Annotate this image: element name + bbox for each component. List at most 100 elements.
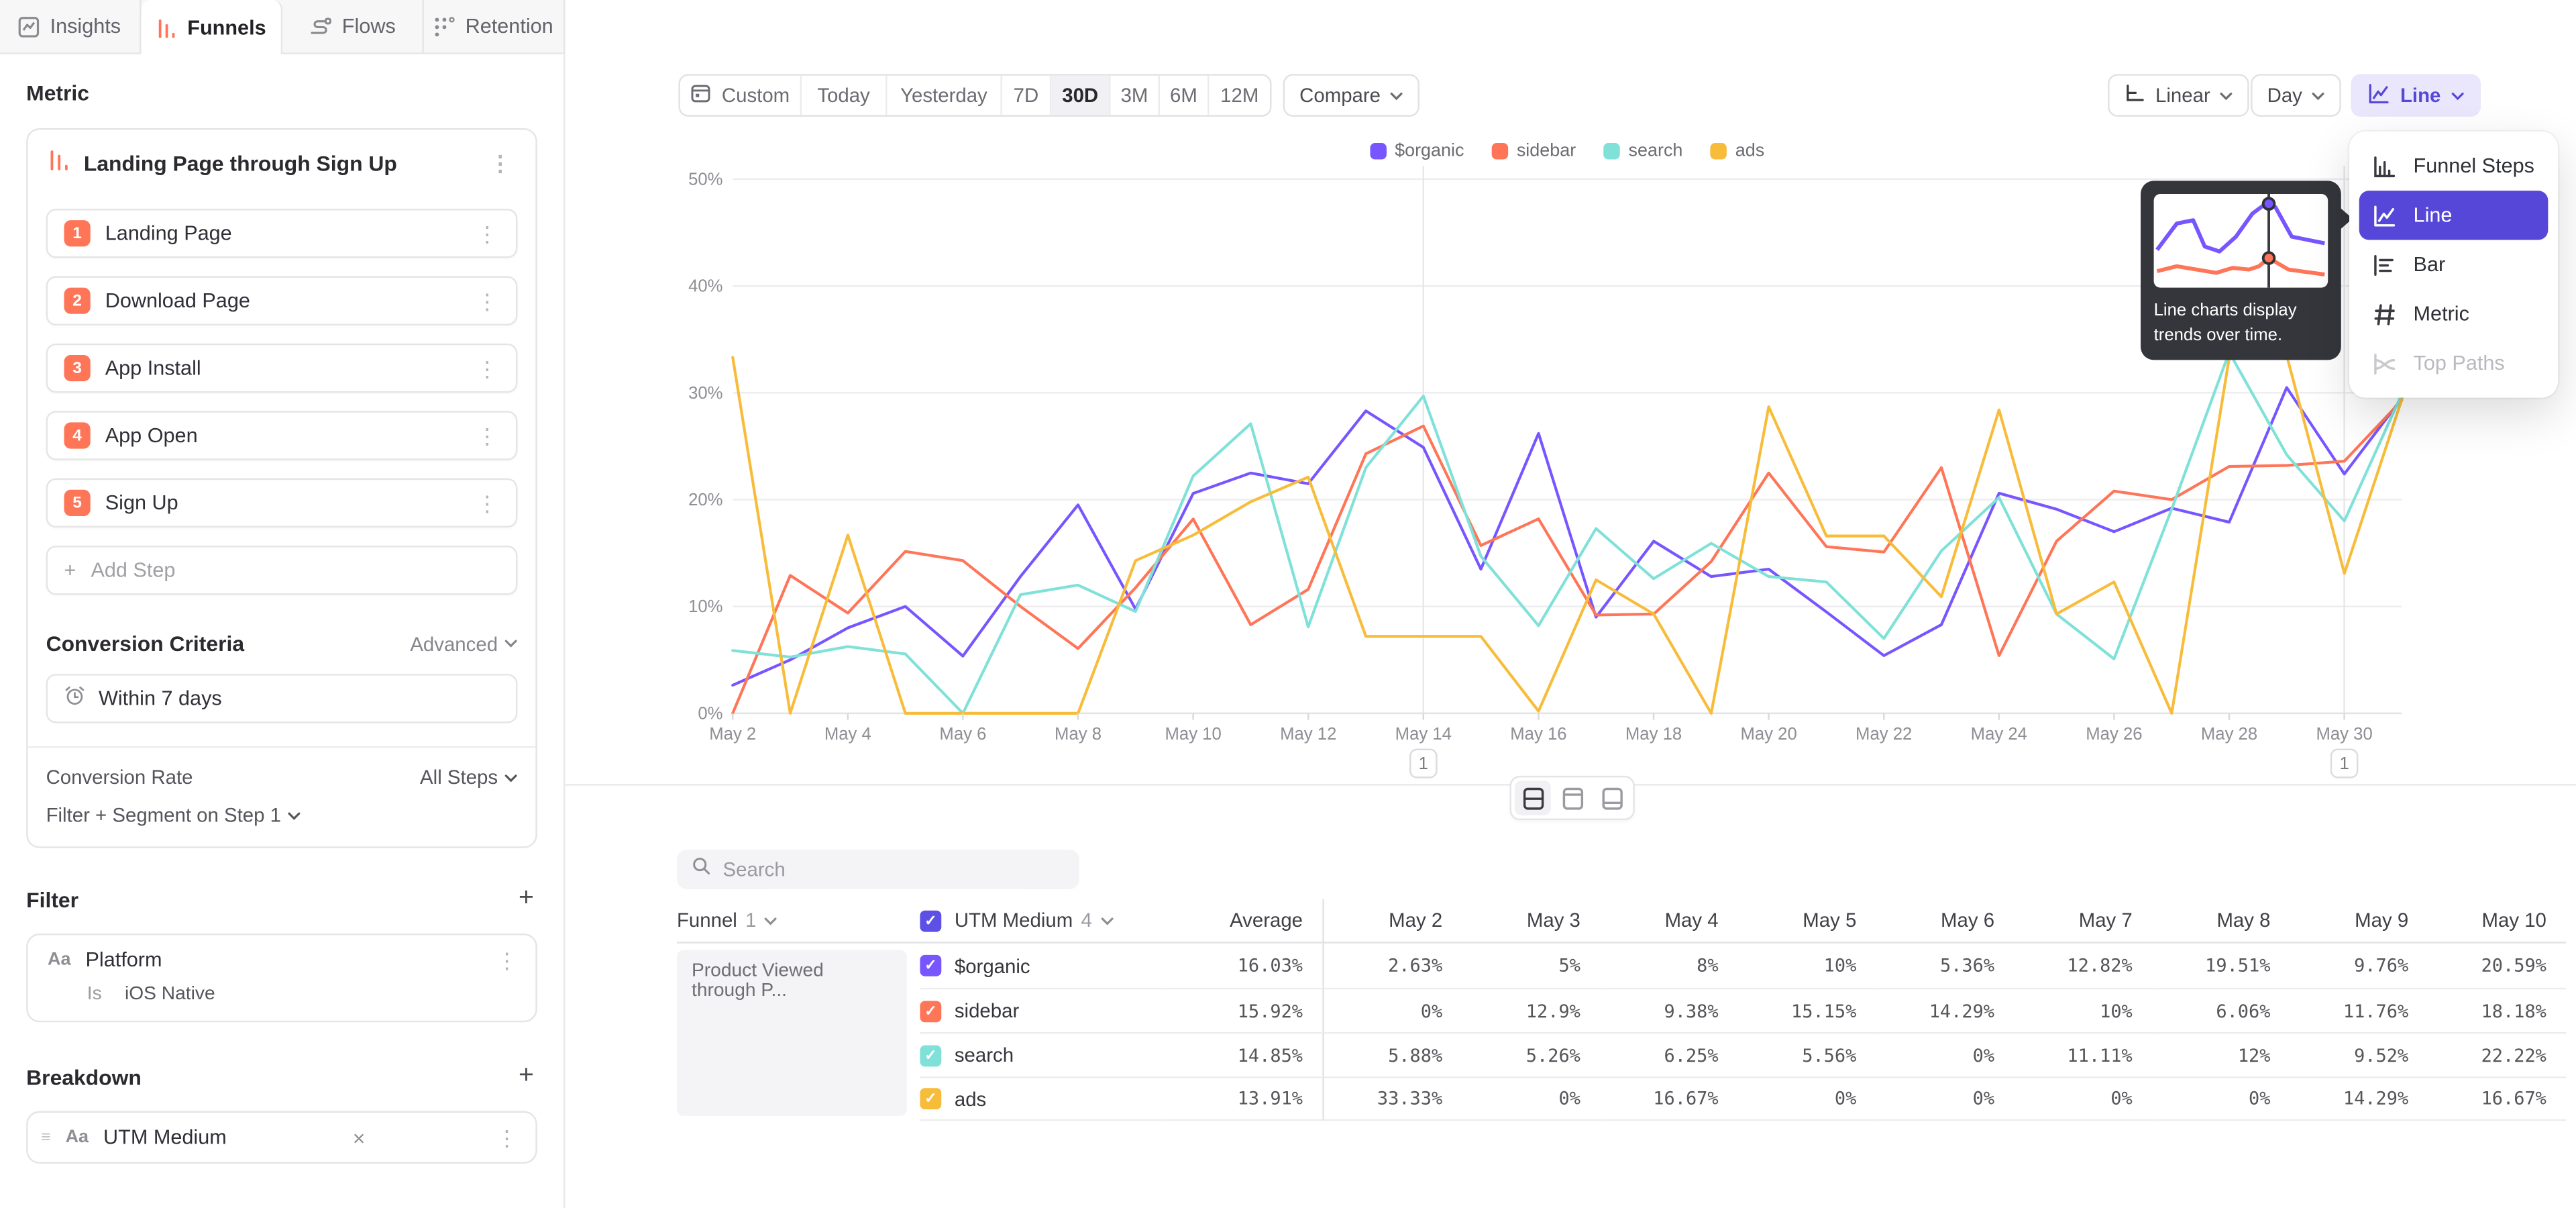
funnel-column-header[interactable]: Funnel1 — [677, 899, 920, 944]
kebab-icon[interactable]: ⋮ — [484, 153, 516, 174]
series-name: sidebar — [955, 999, 1019, 1022]
add-step-button[interactable]: + Add Step — [46, 546, 518, 595]
kebab-icon[interactable]: ⋮ — [472, 358, 503, 379]
step-number-badge: 5 — [64, 490, 91, 516]
range-label: Today — [817, 84, 869, 107]
date-column-header: May 8 — [2152, 899, 2290, 944]
add-breakdown-button[interactable]: + — [515, 1062, 537, 1091]
advanced-dropdown[interactable]: Advanced — [410, 632, 517, 655]
kebab-icon[interactable]: ⋮ — [491, 949, 523, 970]
funnel-step-3[interactable]: 3App Install⋮ — [46, 344, 518, 393]
tab-label: Insights — [50, 15, 121, 38]
x-tick-label: May 20 — [1740, 725, 1796, 744]
checkbox-checked[interactable]: ✓ — [920, 955, 941, 976]
filter-value[interactable]: iOS Native — [125, 985, 215, 1004]
checkbox-checked[interactable]: ✓ — [920, 1044, 941, 1066]
funnel-step-5[interactable]: 5Sign Up⋮ — [46, 479, 518, 527]
tab-flows[interactable]: Flows — [282, 0, 424, 52]
layout-split-horizontal-button[interactable] — [1515, 781, 1551, 815]
checkbox-checked[interactable]: ✓ — [920, 1088, 941, 1109]
range-label: 12M — [1220, 84, 1258, 107]
checkbox-checked[interactable]: ✓ — [920, 1000, 941, 1021]
filter-property: Platform — [86, 948, 162, 971]
tab-funnels[interactable]: Funnels — [142, 0, 283, 56]
annotation-badge-label: 1 — [1419, 754, 1428, 773]
menu-item-line[interactable]: Line — [2359, 191, 2548, 240]
layout-chart-only-button[interactable] — [1554, 781, 1591, 815]
kebab-icon[interactable]: ⋮ — [491, 1127, 523, 1148]
x-tick-label: May 18 — [1625, 725, 1682, 744]
search-icon — [692, 854, 711, 884]
step-number-badge: 3 — [64, 355, 91, 381]
x-tick-label: May 16 — [1510, 725, 1566, 744]
menu-item-label: Line — [2414, 204, 2453, 227]
step-number-badge: 1 — [64, 220, 91, 246]
table-search[interactable] — [677, 850, 1079, 889]
row-value-cell: 14.29% — [1876, 988, 2015, 1032]
row-series-cell-search[interactable]: ✓ search — [920, 1032, 1166, 1076]
filter-operator[interactable]: Is — [87, 985, 102, 1004]
funnel-step-4[interactable]: 4App Open⋮ — [46, 411, 518, 460]
breakdown-column-header[interactable]: ✓UTM Medium4 — [920, 899, 1166, 944]
kebab-icon[interactable]: ⋮ — [472, 290, 503, 311]
row-value-cell: 8% — [1600, 944, 1738, 988]
row-series-cell-organic[interactable]: ✓$organic — [920, 944, 1166, 988]
range-custom-button[interactable]: Custom — [680, 76, 802, 115]
conversion-rate-dropdown[interactable]: All Steps — [420, 766, 517, 789]
range-12m-button[interactable]: 12M — [1209, 76, 1270, 115]
funnel-title-row[interactable]: Landing Page through Sign Up ⋮ — [46, 143, 518, 191]
tooltip-minichart — [2154, 194, 2328, 288]
drag-handle-icon[interactable]: ≡ — [41, 1128, 50, 1146]
conversion-window-button[interactable]: Within 7 days — [46, 674, 518, 723]
kebab-icon[interactable]: ⋮ — [472, 425, 503, 446]
filter-card[interactable]: Aa Platform ⋮ Is iOS Native — [26, 934, 537, 1022]
menu-item-bar[interactable]: Bar — [2359, 240, 2548, 289]
series-name: ads — [955, 1087, 986, 1110]
breakdown-heading: Breakdown — [26, 1064, 142, 1089]
row-value-cell: 16.67% — [2428, 1076, 2567, 1121]
kebab-icon[interactable]: ⋮ — [472, 492, 503, 513]
funnel-step-2[interactable]: 2Download Page⋮ — [46, 276, 518, 325]
funnel-step-1[interactable]: 1Landing Page⋮ — [46, 209, 518, 258]
granularity-dropdown[interactable]: Day — [2251, 74, 2342, 117]
series-name: search — [955, 1044, 1014, 1066]
add-filter-button[interactable]: + — [515, 885, 537, 914]
segment-on-step-dropdown[interactable]: Filter + Segment on Step 1 — [46, 804, 518, 827]
row-value-cell: 5.56% — [1738, 1032, 1876, 1076]
row-series-cell-ads[interactable]: ✓ ads — [920, 1076, 1166, 1121]
scale-dropdown[interactable]: Linear — [2108, 74, 2249, 117]
layout-table-only-button[interactable] — [1594, 781, 1630, 815]
row-value-cell: 0% — [1876, 1076, 2015, 1121]
range-7d-button[interactable]: 7D — [1002, 76, 1051, 115]
y-tick-label: 10% — [688, 597, 722, 616]
range-label: 30D — [1062, 84, 1098, 107]
query-builder-sidebar: Metric Landing Page through Sign Up ⋮ 1L… — [0, 54, 565, 1208]
range-30d-button[interactable]: 30D — [1051, 76, 1110, 115]
close-icon[interactable]: × — [350, 1125, 368, 1150]
row-value-cell: 9.38% — [1600, 988, 1738, 1032]
range-today-button[interactable]: Today — [802, 76, 887, 115]
menu-item-funnel-steps[interactable]: Funnel Steps — [2359, 142, 2548, 191]
row-value-cell: 33.33% — [1324, 1076, 1462, 1121]
row-series-cell-sidebar[interactable]: ✓ sidebar — [920, 988, 1166, 1032]
funnel-name-cell[interactable]: Product Viewed through P... — [677, 950, 907, 1116]
compare-button[interactable]: Compare — [1283, 74, 1420, 117]
checkbox-checked[interactable]: ✓ — [920, 910, 941, 932]
breakdown-card[interactable]: ≡ Aa UTM Medium × ⋮ — [26, 1111, 537, 1164]
tab-insights[interactable]: Insights — [0, 0, 142, 52]
kebab-icon[interactable]: ⋮ — [472, 223, 503, 244]
x-tick-label: May 24 — [1971, 725, 2027, 744]
range-yesterday-button[interactable]: Yesterday — [887, 76, 1002, 115]
tab-retention[interactable]: Retention — [424, 0, 566, 52]
x-tick-label: May 30 — [2316, 725, 2372, 744]
search-input[interactable] — [723, 858, 1065, 880]
menu-item-metric[interactable]: Metric — [2359, 289, 2548, 338]
y-tick-label: 40% — [688, 277, 722, 296]
chart-type-tooltip: Line charts display trends over time. — [2141, 181, 2341, 360]
average-column-header: Average — [1167, 899, 1324, 944]
range-3m-button[interactable]: 3M — [1111, 76, 1160, 115]
chart-type-menu: Funnel StepsLineBarMetricTop Paths — [2349, 132, 2558, 398]
range-6m-button[interactable]: 6M — [1160, 76, 1209, 115]
chart-type-dropdown[interactable]: Line — [2351, 74, 2480, 117]
chevron-down-icon — [1391, 91, 1404, 99]
